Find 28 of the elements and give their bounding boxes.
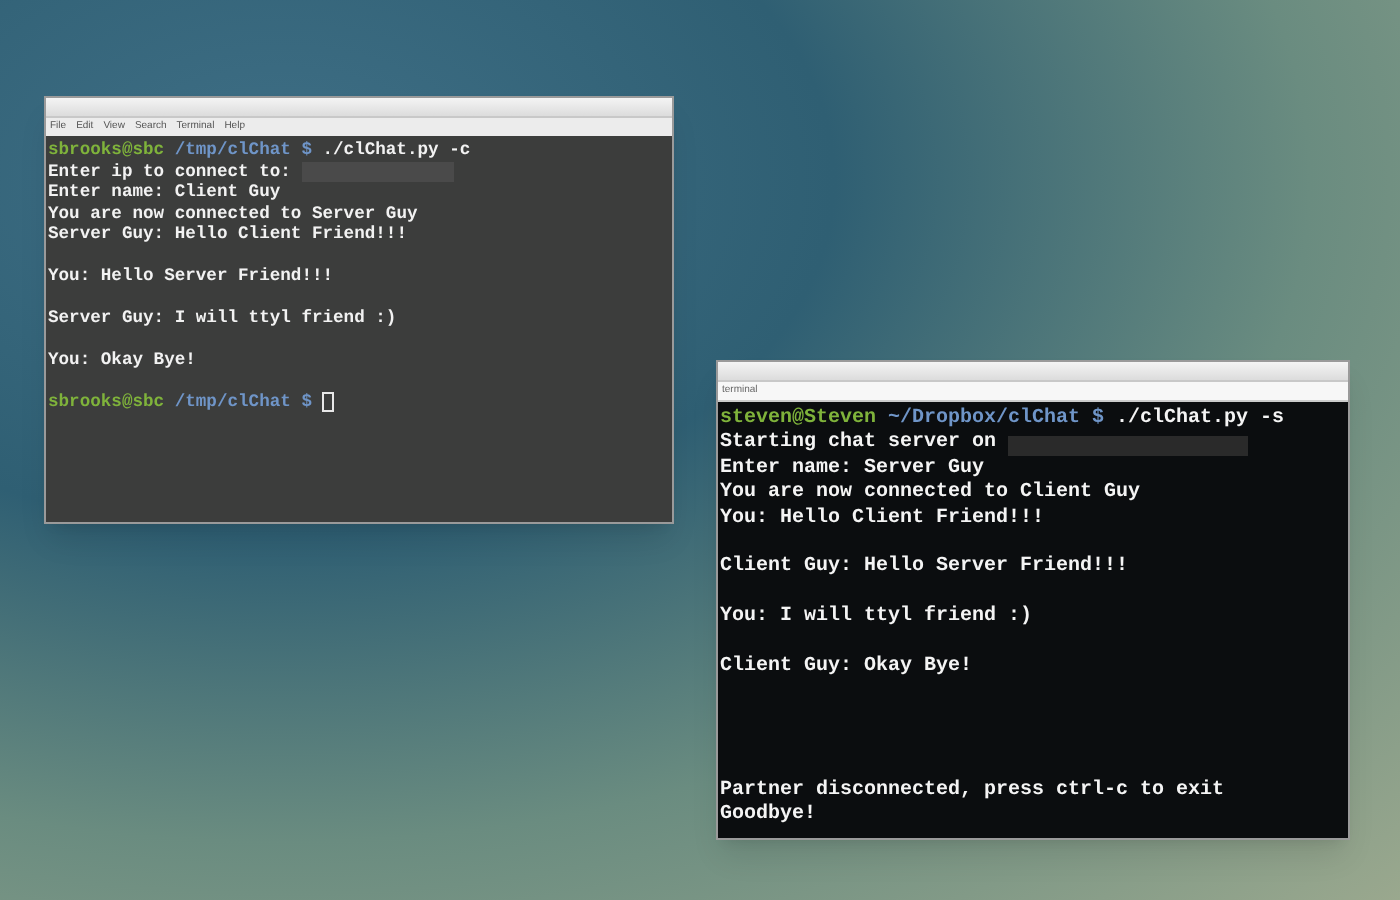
output-line: You are now connected to Server Guy [48,203,418,224]
prompt-user: sbrooks@sbc [48,140,165,161]
prompt-user: sbrooks@sbc [48,392,165,413]
prompt-path: /tmp/clChat [174,392,291,413]
output-line: Client Guy: Okay Bye! [720,655,973,681]
prompt-symbol: $ [1092,408,1105,433]
output-line: Enter ip to connect to: [48,161,291,182]
prompt-symbol: $ [301,140,312,161]
output-line: Server Guy: Hello Client Friend!!! [48,224,407,245]
output-line: You: Hello Client Friend!!! [720,507,1045,532]
output-line: You: Hello Server Friend!!! [48,266,334,287]
output-line: You are now connected to Client Guy [720,482,1141,507]
output-line: Enter name: Server Guy [720,457,985,481]
output-line: Starting chat server on [720,432,997,458]
output-line: Goodbye! [720,804,817,830]
prompt-symbol: $ [301,392,312,413]
output-line: Enter name: Client Guy [48,182,281,203]
prompt-path: ~/Dropbox/clChat [888,408,1081,433]
text-cursor [322,392,335,413]
command-text: ./clChat.py -s [1116,408,1285,433]
output-line: You: Okay Bye! [48,350,196,371]
output-line: Partner disconnected, press ctrl-c to exit [720,779,1225,803]
output-line: You: I will ttyl friend :) [720,606,1033,632]
command-text: ./clChat.py -c [322,140,471,161]
output-line: Client Guy: Hello Server Friend!!! [720,556,1129,582]
prompt-path: /tmp/clChat [174,140,291,161]
output-line: Server Guy: I will ttyl friend :) [48,308,397,329]
prompt-user: steven@Steven [720,408,877,431]
